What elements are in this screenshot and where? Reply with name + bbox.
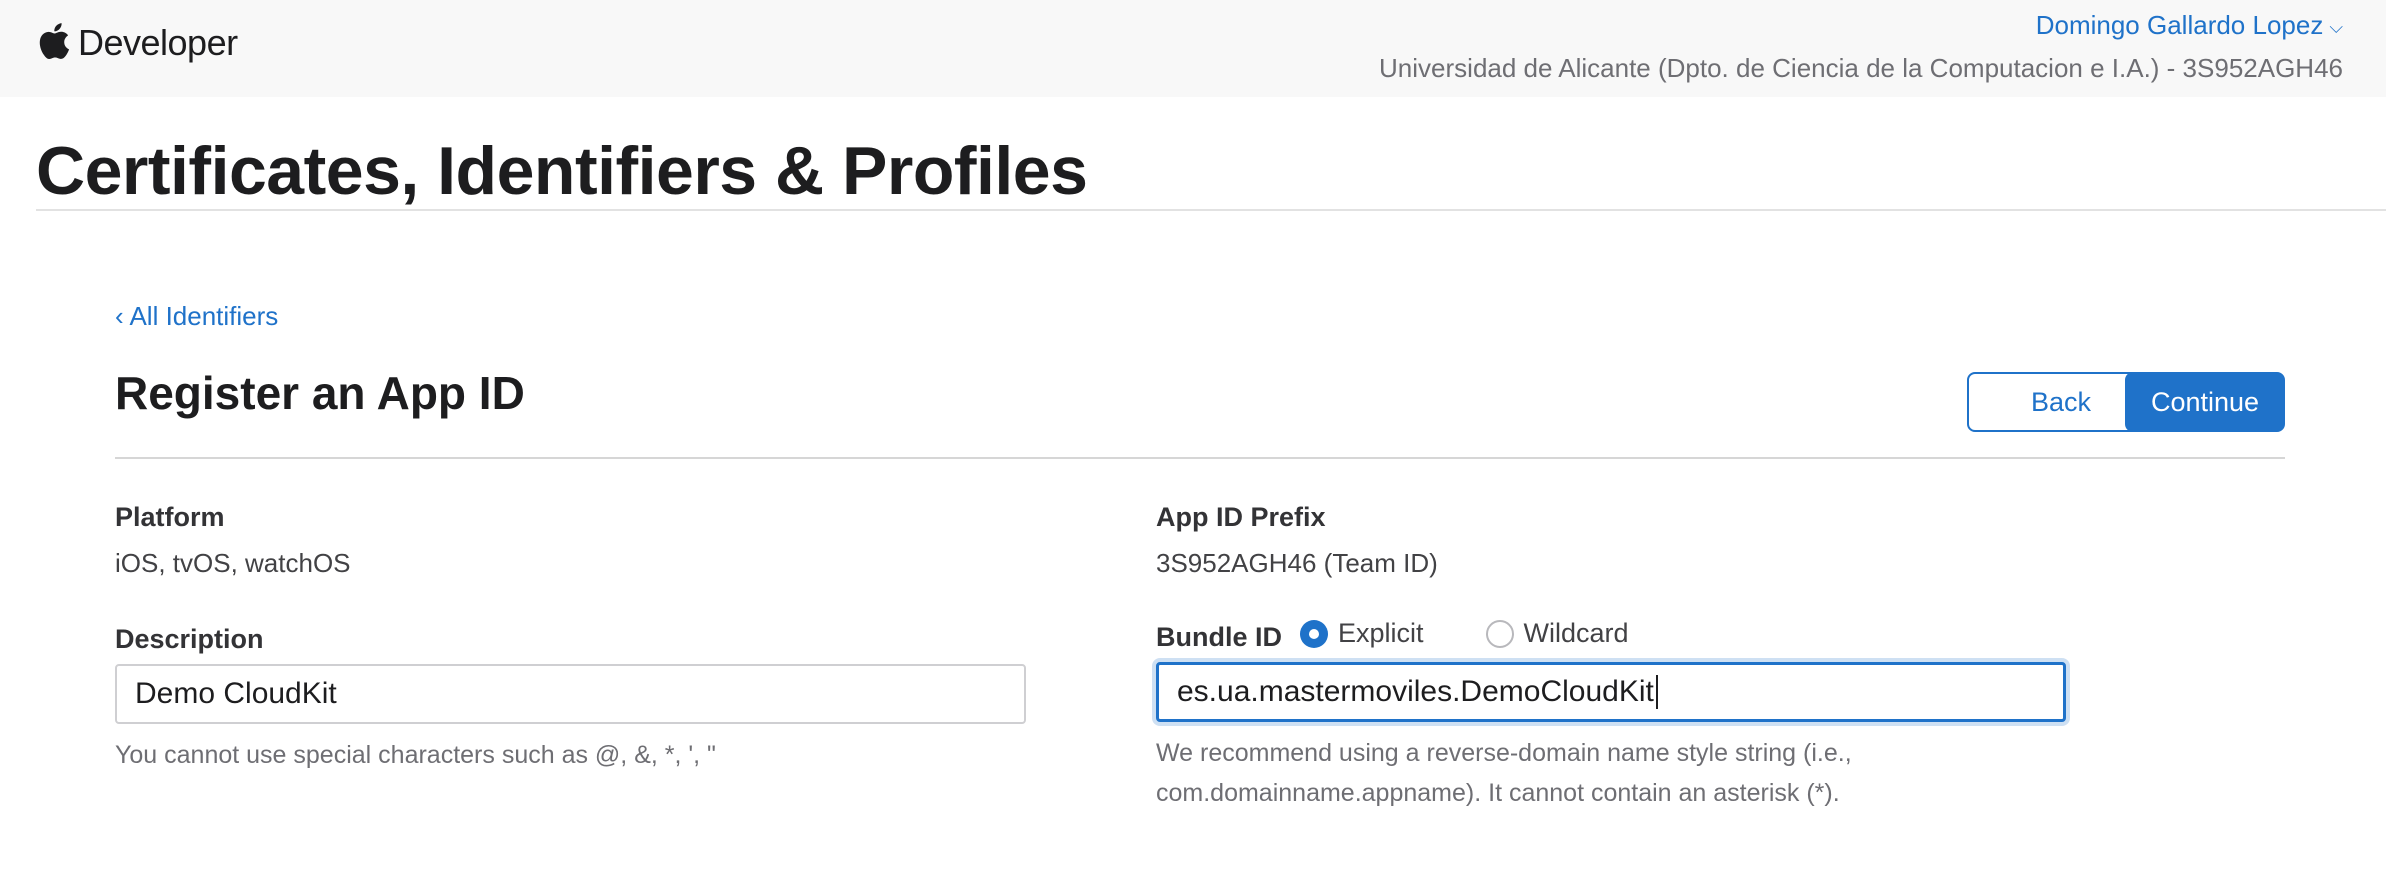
top-header: Developer Domingo Gallardo Lopez ⌵ Unive… xyxy=(0,0,2386,97)
title-divider xyxy=(36,209,2386,211)
explicit-radio[interactable]: Explicit xyxy=(1300,618,1424,649)
platform-value: iOS, tvOS, watchOS xyxy=(115,548,351,578)
bundle-id-hint: We recommend using a reverse-domain name… xyxy=(1156,733,1852,813)
all-identifiers-link[interactable]: ‹ All Identifiers xyxy=(115,301,278,332)
explicit-label: Explicit xyxy=(1338,618,1424,648)
apple-logo-icon xyxy=(39,23,70,60)
bundle-id-hint-line-2: com.domainname.appname). It cannot conta… xyxy=(1156,779,1840,807)
team-name: Universidad de Alicante (Dpto. de Cienci… xyxy=(1379,53,2343,83)
page-title: Certificates, Identifiers & Profiles xyxy=(36,133,1088,209)
bundle-id-type-group: Explicit Wildcard xyxy=(1300,618,1691,649)
section-title: Register an App ID xyxy=(115,367,525,419)
bundle-id-label: Bundle ID xyxy=(1156,622,1282,652)
radio-selected-icon xyxy=(1300,619,1328,648)
description-value: Demo CloudKit xyxy=(135,677,337,710)
description-label: Description xyxy=(115,624,264,654)
continue-button[interactable]: Continue xyxy=(2125,372,2285,432)
description-field[interactable]: Demo CloudKit xyxy=(115,664,1026,724)
description-hint: You cannot use special characters such a… xyxy=(115,741,716,769)
bundle-id-hint-line-1: We recommend using a reverse-domain name… xyxy=(1156,739,1852,767)
chevron-down-icon: ⌵ xyxy=(2329,17,2343,37)
developer-brand[interactable]: Developer xyxy=(36,20,238,63)
wildcard-radio[interactable]: Wildcard xyxy=(1485,618,1629,649)
bundle-id-value: es.ua.mastermoviles.DemoCloudKit xyxy=(1177,675,1654,708)
app-id-prefix-value: 3S952AGH46 (Team ID) xyxy=(1156,548,1438,578)
brand-text: Developer xyxy=(78,22,238,63)
platform-label: Platform xyxy=(115,502,225,532)
user-menu[interactable]: Domingo Gallardo Lopez ⌵ xyxy=(2036,10,2343,41)
radio-unselected-icon xyxy=(1485,619,1514,648)
bundle-id-field[interactable]: es.ua.mastermoviles.DemoCloudKit xyxy=(1156,662,2066,722)
section-divider xyxy=(115,457,2285,459)
user-name: Domingo Gallardo Lopez xyxy=(2035,10,2324,40)
text-caret xyxy=(1655,675,1658,709)
app-id-prefix-label: App ID Prefix xyxy=(1156,502,1326,532)
wildcard-label: Wildcard xyxy=(1523,618,1629,648)
account-info: Domingo Gallardo Lopez ⌵ Universidad de … xyxy=(1379,10,2343,84)
